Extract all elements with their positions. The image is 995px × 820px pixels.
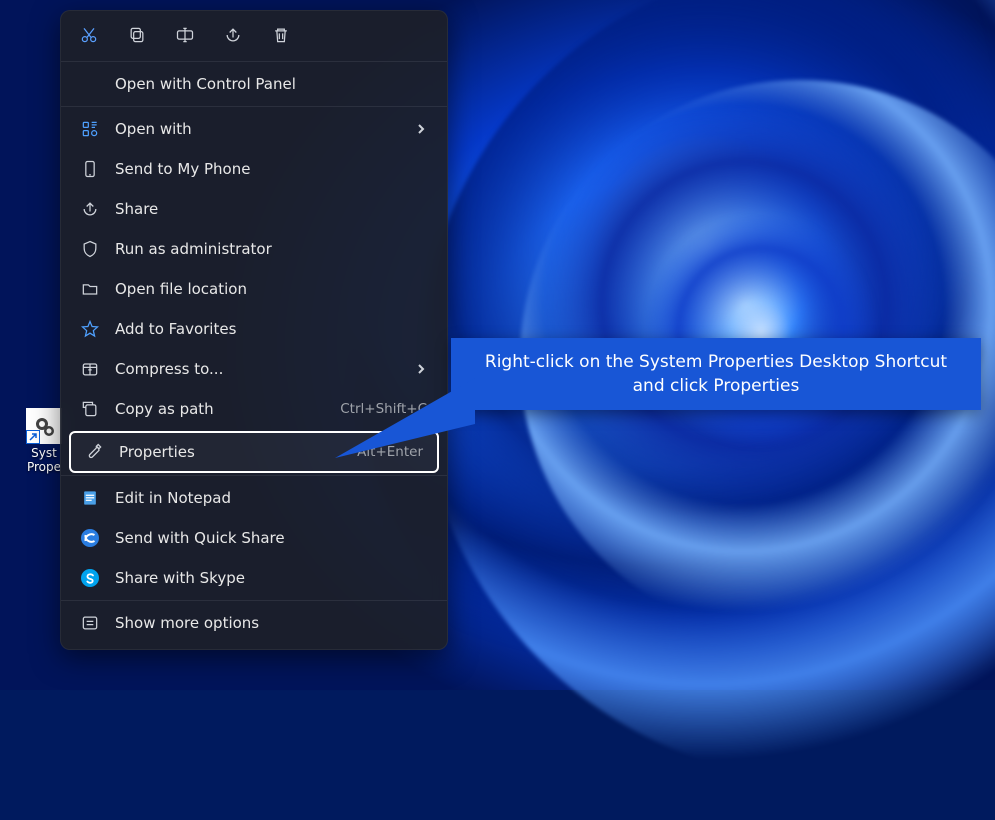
menu-label: Edit in Notepad	[115, 489, 427, 507]
menu-edit-in-notepad[interactable]: Edit in Notepad	[65, 478, 443, 518]
menu-label: Send with Quick Share	[115, 529, 427, 547]
copy-icon[interactable]	[127, 25, 147, 45]
shortcut-arrow-icon	[26, 430, 40, 444]
notepad-icon	[79, 487, 101, 509]
menu-label: Share	[115, 200, 427, 218]
cut-icon[interactable]	[79, 25, 99, 45]
menu-open-with[interactable]: Open with	[65, 109, 443, 149]
star-icon	[79, 318, 101, 340]
menu-quick-share[interactable]: Send with Quick Share	[65, 518, 443, 558]
callout-line2: and click Properties	[471, 374, 961, 398]
instruction-callout: Right-click on the System Properties Des…	[451, 338, 981, 410]
wrench-icon	[83, 441, 105, 463]
menu-label: Run as administrator	[115, 240, 427, 258]
menu-open-file-location[interactable]: Open file location	[65, 269, 443, 309]
menu-label: Open with Control Panel	[115, 75, 427, 93]
more-options-icon	[79, 612, 101, 634]
menu-label: Add to Favorites	[115, 320, 427, 338]
menu-label: Compress to...	[115, 360, 413, 378]
menu-label: Send to My Phone	[115, 160, 427, 178]
context-menu-top-icons	[61, 11, 447, 59]
menu-send-to-phone[interactable]: Send to My Phone	[65, 149, 443, 189]
skype-icon	[79, 567, 101, 589]
chevron-right-icon	[413, 123, 427, 135]
gear-pair-icon	[26, 408, 62, 444]
menu-run-as-admin[interactable]: Run as administrator	[65, 229, 443, 269]
chevron-right-icon	[413, 363, 427, 375]
menu-open-with-control-panel[interactable]: Open with Control Panel	[65, 64, 443, 104]
menu-add-to-favorites[interactable]: Add to Favorites	[65, 309, 443, 349]
menu-label: Show more options	[115, 614, 427, 632]
menu-label: Open with	[115, 120, 413, 138]
archive-icon	[79, 358, 101, 380]
open-with-icon	[79, 118, 101, 140]
menu-label: Copy as path	[115, 400, 340, 418]
menu-show-more-options[interactable]: Show more options	[65, 603, 443, 643]
menu-label: Share with Skype	[115, 569, 427, 587]
copy-path-icon	[79, 398, 101, 420]
phone-icon	[79, 158, 101, 180]
delete-icon[interactable]	[271, 25, 291, 45]
menu-label: Properties	[119, 443, 357, 461]
share-icon[interactable]	[223, 25, 243, 45]
menu-share-skype[interactable]: Share with Skype	[65, 558, 443, 598]
quick-share-icon	[79, 527, 101, 549]
rename-icon[interactable]	[175, 25, 195, 45]
folder-icon	[79, 278, 101, 300]
share-arrow-icon	[79, 198, 101, 220]
shield-icon	[79, 238, 101, 260]
menu-share[interactable]: Share	[65, 189, 443, 229]
callout-line1: Right-click on the System Properties Des…	[471, 350, 961, 374]
menu-label: Open file location	[115, 280, 427, 298]
context-menu: Open with Control Panel Open with Send t…	[60, 10, 448, 650]
